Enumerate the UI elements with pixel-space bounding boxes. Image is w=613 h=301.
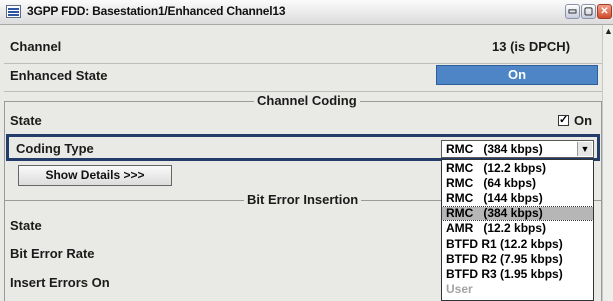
coding-state-value: On bbox=[574, 113, 593, 128]
close-button[interactable]: ✕ bbox=[597, 4, 612, 19]
channel-label: Channel bbox=[10, 39, 62, 54]
channel-value: 13 (is DPCH) bbox=[492, 39, 571, 54]
coding-state-label: State bbox=[10, 113, 42, 128]
chevron-down-icon[interactable]: ▼ bbox=[577, 142, 592, 156]
coding-option-selected[interactable]: RMC (384 kbps) bbox=[442, 206, 593, 221]
coding-option[interactable]: RMC (144 kbps) bbox=[442, 192, 593, 205]
maximize-button[interactable]: ▢ bbox=[581, 4, 596, 19]
channel-coding-title: Channel Coding bbox=[254, 93, 360, 108]
coding-type-label: Coding Type bbox=[16, 141, 94, 156]
enhanced-state-label: Enhanced State bbox=[10, 68, 108, 83]
app-icon bbox=[6, 5, 21, 18]
window-title: 3GPP FDD: Basestation1/Enhanced Channel1… bbox=[27, 4, 286, 18]
bit-error-insertion-title: Bit Error Insertion bbox=[244, 192, 362, 207]
coding-type-select[interactable]: RMC (384 kbps) ▼ bbox=[441, 140, 594, 158]
coding-option-disabled: User bbox=[446, 282, 473, 296]
coding-type-selected-value: RMC (384 kbps) bbox=[446, 142, 543, 156]
divider bbox=[4, 63, 602, 64]
scroll-up-arrow-icon[interactable]: ▲ bbox=[604, 25, 613, 37]
coding-type-dropdown-list[interactable]: RMC (12.2 kbps) RMC (64 kbps) RMC (144 k… bbox=[441, 159, 594, 301]
enhanced-state-toggle[interactable]: On bbox=[436, 65, 598, 85]
coding-option[interactable]: BTFD R1 (12.2 kbps) bbox=[442, 238, 593, 251]
dialog-window: 3GPP FDD: Basestation1/Enhanced Channel1… bbox=[0, 0, 613, 301]
coding-option[interactable]: RMC (12.2 kbps) bbox=[442, 162, 593, 175]
insert-errors-on-label: Insert Errors On bbox=[10, 275, 110, 290]
coding-option[interactable]: AMR (12.2 kbps) bbox=[442, 222, 593, 235]
coding-option[interactable]: RMC (64 kbps) bbox=[442, 177, 593, 190]
dialog-content: Channel 13 (is DPCH) Enhanced State On C… bbox=[4, 25, 602, 301]
title-bar[interactable]: 3GPP FDD: Basestation1/Enhanced Channel1… bbox=[0, 0, 613, 25]
coding-state-checkbox[interactable]: ✓ bbox=[558, 115, 569, 126]
bit-error-rate-label: Bit Error Rate bbox=[10, 246, 95, 261]
vertical-scrollbar[interactable]: ▲ bbox=[602, 25, 613, 301]
show-details-button[interactable]: Show Details >>> bbox=[18, 165, 172, 186]
coding-option[interactable]: BTFD R3 (1.95 kbps) bbox=[442, 268, 593, 281]
divider bbox=[4, 91, 602, 92]
minimize-button[interactable]: ▭ bbox=[565, 4, 580, 19]
coding-option[interactable]: BTFD R2 (7.95 kbps) bbox=[442, 253, 593, 266]
bit-error-state-label: State bbox=[10, 218, 42, 233]
